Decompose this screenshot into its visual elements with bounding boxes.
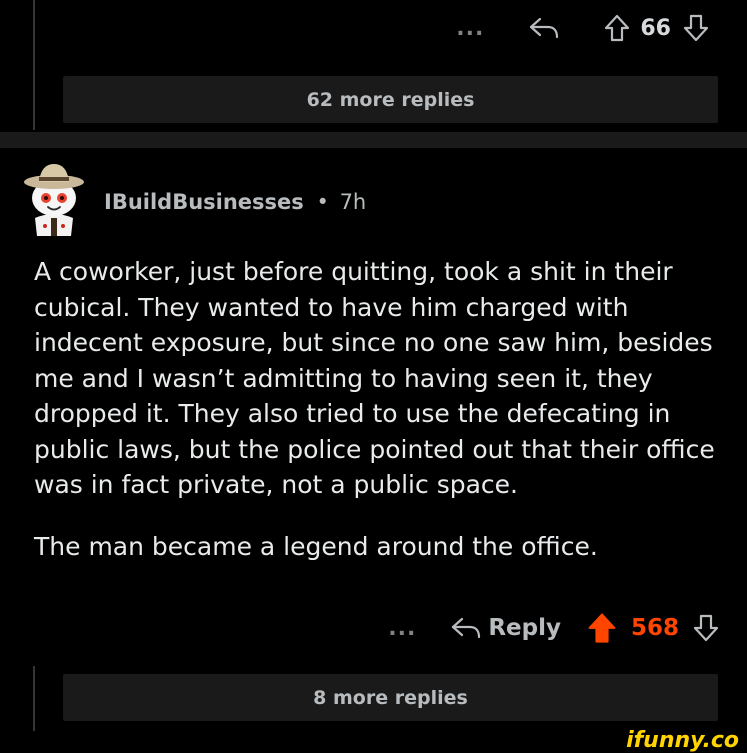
reply-icon xyxy=(452,617,481,639)
more-replies-button[interactable]: 62 more replies xyxy=(63,76,718,123)
comment-paragraph: A coworker, just before quitting, took a… xyxy=(34,257,715,499)
more-options-button[interactable]: ... xyxy=(456,16,484,41)
comment-body: A coworker, just before quitting, took a… xyxy=(34,254,724,564)
upvote-button[interactable] xyxy=(587,612,617,644)
meta-separator: • xyxy=(316,190,329,214)
username[interactable]: IBuildBusinesses xyxy=(104,190,304,214)
comment-age: 7h xyxy=(339,190,367,214)
upvote-button[interactable] xyxy=(604,14,630,42)
vote-count: 66 xyxy=(640,15,671,41)
avatar-icon xyxy=(24,164,84,236)
comment-paragraph: The man became a legend around the offic… xyxy=(34,531,598,561)
footer-strip: ifunny.co xyxy=(0,728,747,753)
comment-author-line: IBuildBusinesses • 7h xyxy=(104,190,366,214)
downvote-button[interactable] xyxy=(683,14,709,42)
watermark: ifunny.co xyxy=(626,728,739,753)
more-replies-button[interactable]: 8 more replies xyxy=(63,674,718,721)
more-options-button[interactable]: ... xyxy=(388,616,416,641)
avatar[interactable] xyxy=(21,160,87,236)
thread-line-bottom xyxy=(33,666,35,731)
downvote-button[interactable] xyxy=(693,614,719,642)
reply-button[interactable]: Reply xyxy=(450,615,561,641)
comment-separator xyxy=(0,132,747,148)
vote-count: 568 xyxy=(630,615,679,641)
downvote-icon xyxy=(683,14,709,42)
reply-icon xyxy=(530,17,559,39)
thread-line-top xyxy=(33,0,35,130)
top-comment-actions: ... 66 xyxy=(456,14,709,42)
reply-button[interactable] xyxy=(528,15,560,41)
upvote-icon xyxy=(605,14,630,42)
comment-actions: ... Reply 568 xyxy=(388,612,719,644)
downvote-icon xyxy=(693,614,719,642)
reply-label: Reply xyxy=(488,615,561,641)
upvote-icon xyxy=(588,613,616,643)
